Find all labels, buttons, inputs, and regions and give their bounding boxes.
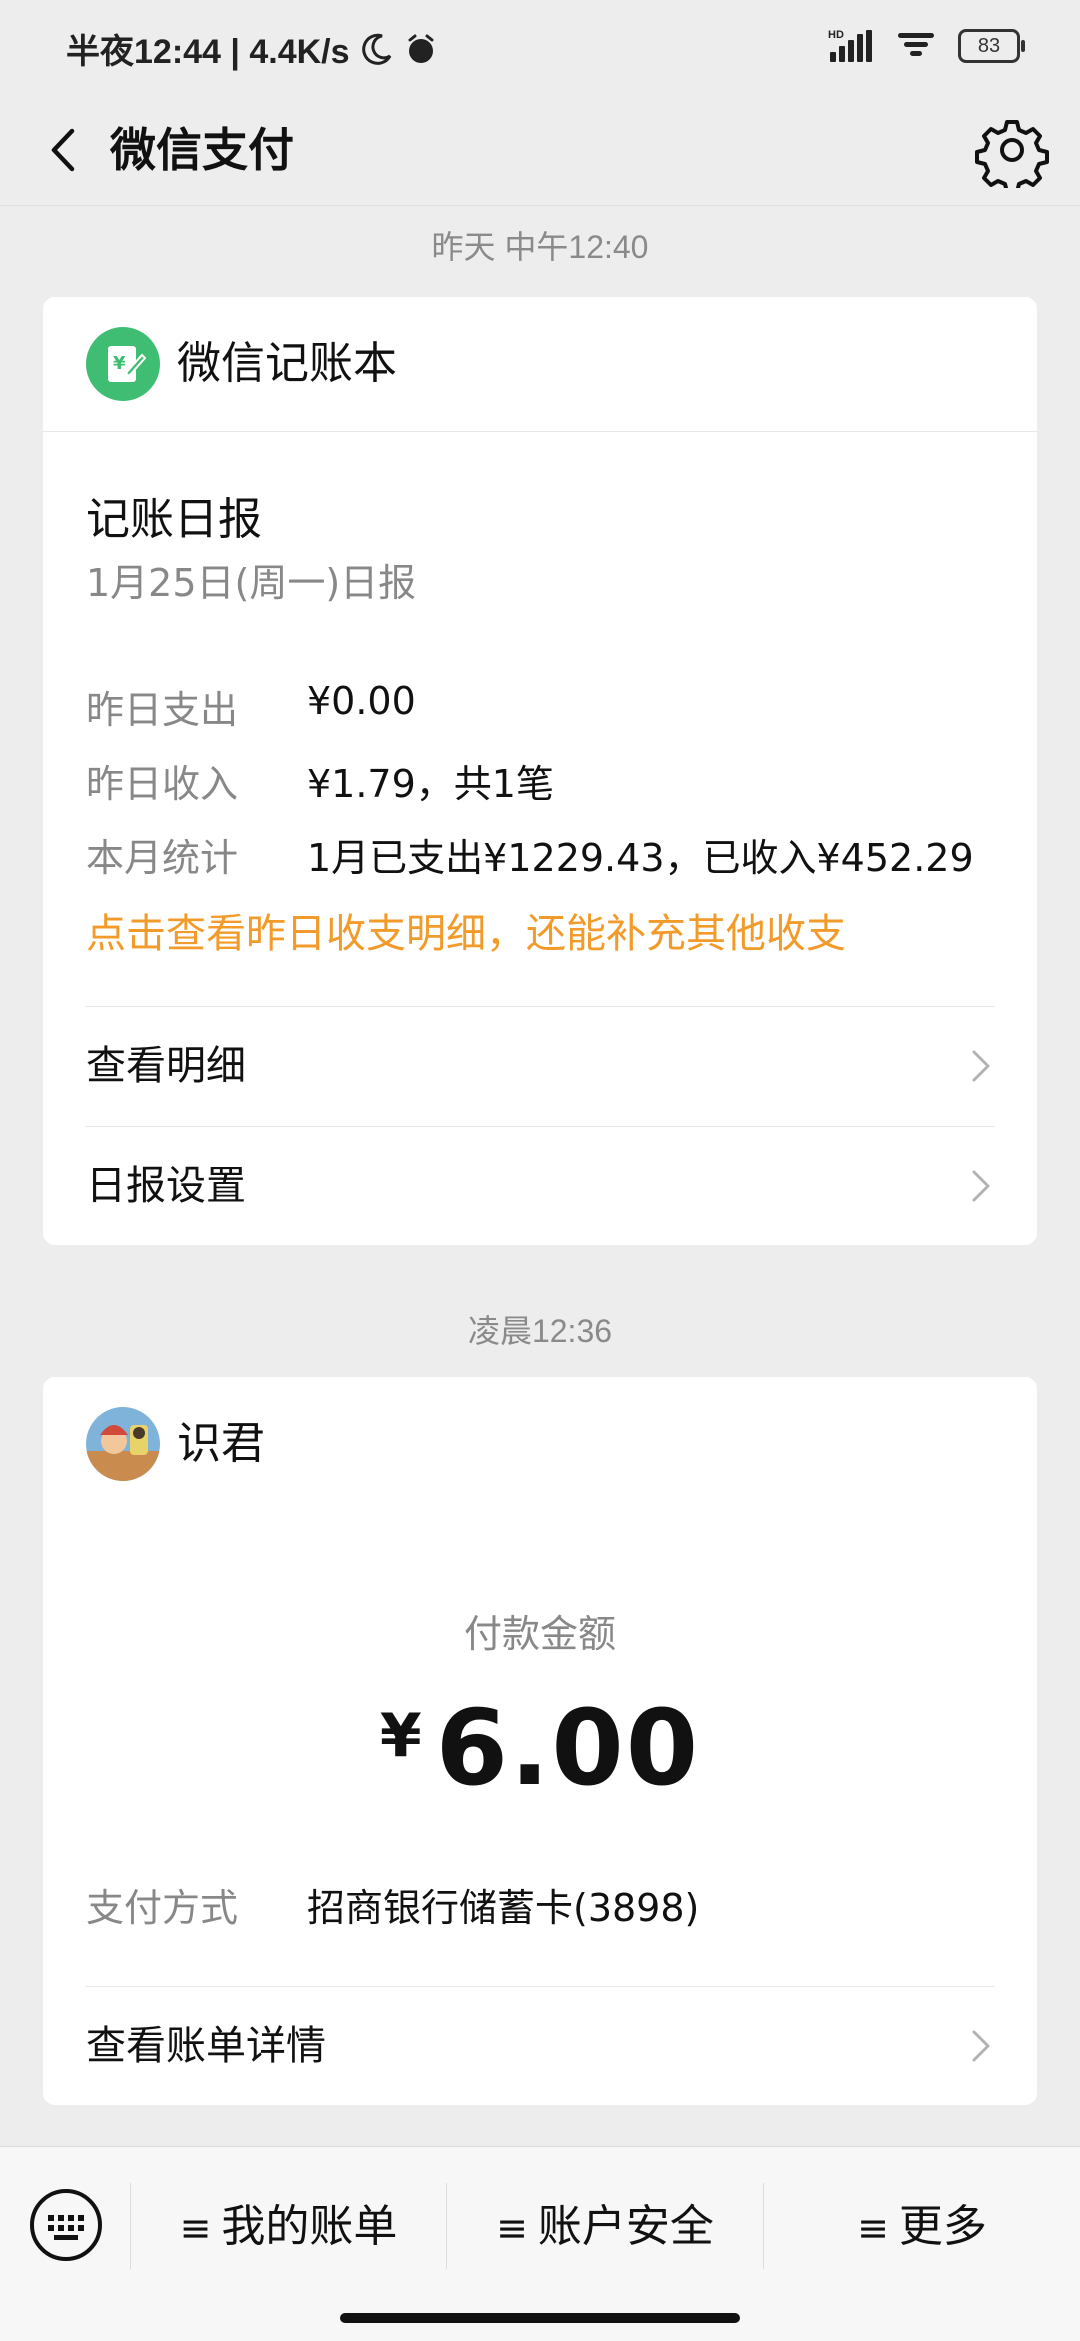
- card-header: ¥ 微信记账本: [43, 297, 1037, 431]
- battery-level: 83: [977, 34, 1001, 57]
- chevron-right-icon: [972, 1170, 990, 1202]
- bottom-menu-bar: ≡ 我的账单 ≡ 账户安全 ≡ 更多: [0, 2146, 1080, 2341]
- hd-label: HD: [828, 29, 844, 41]
- ledger-report-card[interactable]: ¥ 微信记账本 记账日报 1月25日(周一)日报 昨日支出 ¥0.00 昨日收入…: [43, 297, 1037, 1245]
- message-timestamp: 昨天 中午12:40: [431, 229, 649, 265]
- status-bar: 半夜12:44 | 4.4K/s HD 83: [0, 0, 1080, 95]
- header-divider: [43, 431, 1037, 432]
- menu-my-bills[interactable]: ≡ 我的账单: [131, 2187, 446, 2267]
- yesterday-income-label: 昨日收入: [86, 762, 239, 806]
- message-timestamp: 凌晨12:36: [467, 1313, 613, 1349]
- wifi-icon: [898, 33, 934, 56]
- menu-more-label: 更多: [898, 2201, 987, 2252]
- view-bill-detail-button[interactable]: 查看账单详情: [86, 1987, 994, 2105]
- view-detail-label: 查看明细: [86, 1043, 246, 1089]
- battery-icon: 83: [958, 29, 1025, 63]
- keyboard-icon[interactable]: [28, 2187, 104, 2263]
- report-title: 记账日报: [86, 494, 262, 545]
- view-bill-detail-label: 查看账单详情: [86, 2023, 326, 2069]
- month-stats-label: 本月统计: [86, 836, 239, 880]
- view-detail-link[interactable]: 点击查看昨日收支明细，还能补充其他收支: [86, 901, 846, 959]
- chevron-right-icon: [972, 1050, 990, 1082]
- payee-avatar: [86, 1407, 160, 1481]
- report-settings-button[interactable]: 日报设置: [86, 1127, 994, 1245]
- amount-label: 付款金额: [463, 1612, 616, 1656]
- status-right: HD 83: [828, 28, 1025, 64]
- menu-more[interactable]: ≡ 更多: [764, 2187, 1080, 2267]
- cellular-signal-icon: HD: [828, 29, 872, 62]
- home-indicator[interactable]: [340, 2313, 740, 2323]
- gear-icon[interactable]: [974, 112, 1050, 188]
- menu-account-security-label: 账户安全: [537, 2201, 714, 2252]
- report-subtitle: 1月25日(周一)日报: [86, 561, 417, 605]
- yesterday-expense-value: ¥0.00: [307, 679, 416, 723]
- nav-bar: 微信支付: [0, 95, 1080, 206]
- back-arrow-icon[interactable]: [30, 115, 100, 185]
- payment-amount: ¥6.00: [43, 1687, 1037, 1809]
- card-header: 识君: [43, 1377, 1037, 1511]
- payment-method-value: 招商银行储蓄卡(3898): [307, 1886, 700, 1930]
- view-detail-button[interactable]: 查看明细: [86, 1007, 994, 1125]
- chevron-right-icon: [972, 2030, 990, 2062]
- payment-method-label: 支付方式: [86, 1886, 239, 1930]
- page-title: 微信支付: [110, 123, 294, 177]
- ledger-book-icon: ¥: [86, 327, 160, 401]
- menu-list-icon: ≡: [179, 2206, 212, 2250]
- source-name: 微信记账本: [177, 338, 397, 389]
- currency-symbol: ¥: [379, 1701, 422, 1771]
- moon-icon: [361, 33, 391, 65]
- amount-value: 6.00: [435, 1687, 701, 1809]
- menu-my-bills-label: 我的账单: [221, 2201, 398, 2252]
- payment-card[interactable]: 识君 付款金额 ¥6.00 支付方式 招商银行储蓄卡(3898) 查看账单详情: [43, 1377, 1037, 2105]
- yesterday-income-value: ¥1.79，共1笔: [307, 762, 554, 806]
- report-settings-label: 日报设置: [86, 1163, 246, 1209]
- yesterday-expense-label: 昨日支出: [86, 688, 239, 732]
- menu-account-security[interactable]: ≡ 账户安全: [447, 2187, 763, 2267]
- status-time: 半夜12:44 | 4.4K/s: [66, 33, 350, 71]
- alarm-icon: [408, 34, 434, 63]
- month-stats-value: 1月已支出¥1229.43，已收入¥452.29: [307, 836, 974, 880]
- menu-list-icon: ≡: [496, 2206, 528, 2250]
- payee-name: 识君: [177, 1418, 265, 1469]
- menu-list-icon: ≡: [857, 2206, 889, 2250]
- status-left: 半夜12:44 | 4.4K/s: [66, 24, 438, 73]
- svg-text:¥: ¥: [113, 353, 126, 374]
